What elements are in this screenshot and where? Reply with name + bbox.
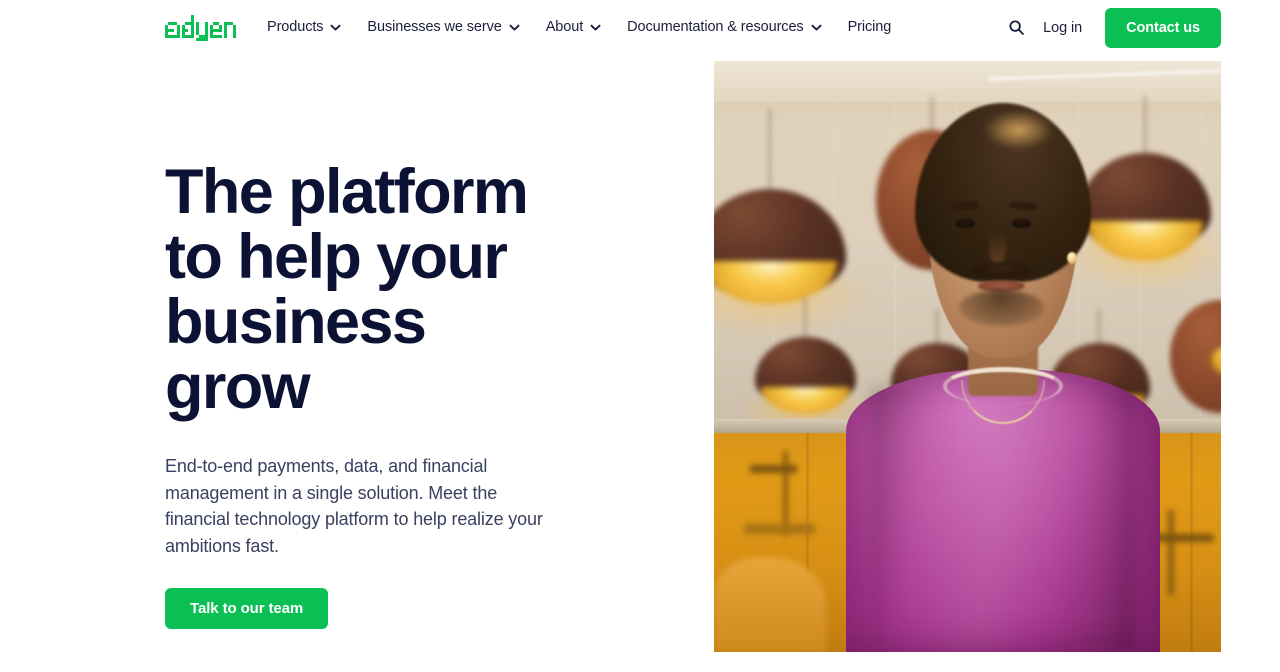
nav-item-label: About — [545, 19, 584, 36]
hair-highlight — [984, 110, 1054, 150]
chevron-down-icon — [590, 24, 601, 31]
nav-item-documentation-resources[interactable]: Documentation & resources — [614, 0, 834, 55]
beard — [958, 290, 1044, 326]
nav-item-businesses-we-serve[interactable]: Businesses we serve — [354, 0, 532, 55]
earring — [1067, 252, 1078, 265]
header-right-group: Log in Contact us — [1001, 0, 1221, 55]
hero-scene — [714, 61, 1221, 652]
moustache — [971, 263, 1032, 278]
site-header: Products Businesses we serve About Docum… — [0, 0, 1280, 55]
nav-item-pricing[interactable]: Pricing — [835, 0, 905, 55]
chair — [1150, 510, 1221, 616]
hero-text-block: The platform to help your business grow … — [165, 160, 595, 629]
pendant-lamp — [1170, 286, 1221, 428]
eye-left — [955, 218, 975, 229]
pendant-lamp — [714, 108, 874, 339]
login-link[interactable]: Log in — [1043, 20, 1082, 36]
contact-us-button[interactable]: Contact us — [1105, 7, 1221, 48]
adyen-homepage-hero: Products Businesses we serve About Docum… — [0, 0, 1280, 672]
nav-item-about[interactable]: About — [533, 0, 614, 55]
person-subject — [845, 102, 1161, 652]
chevron-down-icon — [811, 24, 822, 31]
chair — [744, 451, 845, 569]
hero-title: The platform to help your business grow — [165, 157, 529, 422]
adyen-logo[interactable] — [165, 14, 247, 41]
nav-item-label: Businesses we serve — [367, 19, 502, 36]
nav-item-label: Products — [267, 19, 324, 36]
chevron-down-icon — [330, 24, 341, 31]
chevron-down-icon — [509, 24, 520, 31]
talk-to-our-team-button[interactable]: Talk to our team — [165, 588, 329, 629]
header-left-group: Products Businesses we serve About Docum… — [165, 0, 904, 55]
search-button[interactable] — [1001, 13, 1031, 43]
hero-subtitle: End-to-end payments, data, and financial… — [165, 456, 543, 556]
foreground-object — [714, 557, 826, 652]
nav-item-products[interactable]: Products — [267, 0, 354, 55]
hero-image — [714, 61, 1221, 652]
main-navigation: Products Businesses we serve About Docum… — [267, 0, 904, 55]
nose — [988, 230, 1007, 264]
nav-item-label: Pricing — [847, 19, 892, 36]
search-icon — [1009, 20, 1024, 35]
nav-item-label: Documentation & resources — [627, 19, 804, 36]
